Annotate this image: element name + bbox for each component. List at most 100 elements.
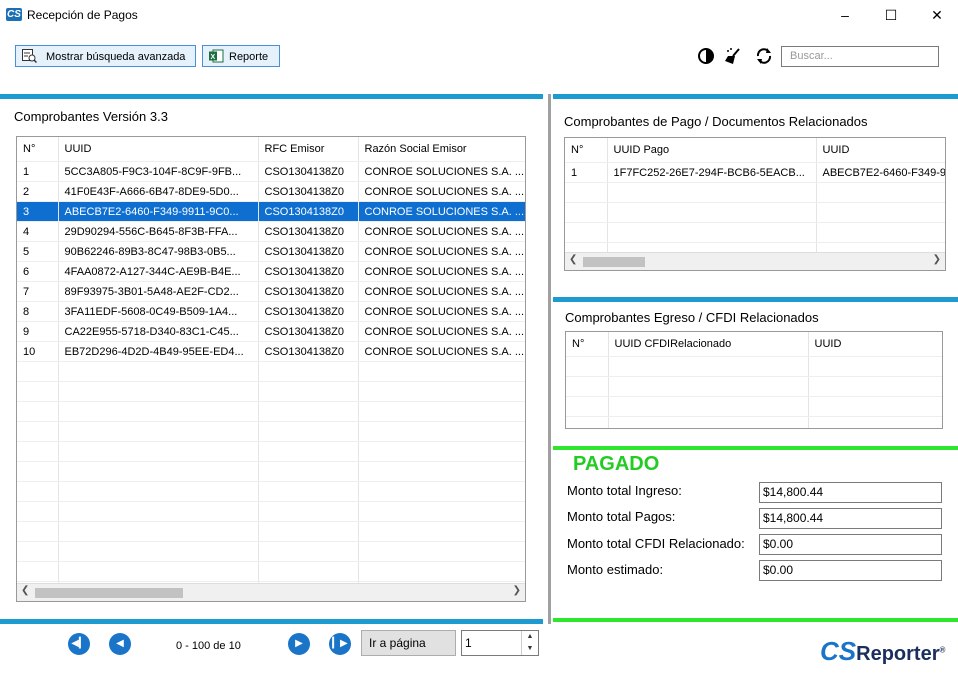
scroll-left-icon[interactable]: ❮ [569, 254, 577, 265]
table-cell: CONROE SOLUCIONES S.A. ... [358, 161, 525, 182]
table-row[interactable] [17, 561, 525, 582]
table-row[interactable] [566, 416, 942, 428]
next-page-icon: ▶ [295, 638, 303, 649]
scroll-left-icon[interactable]: ❮ [21, 585, 29, 596]
table-cell [17, 561, 59, 582]
column-header[interactable]: UUID [816, 138, 945, 163]
estimado-total-field[interactable]: $0.00 [759, 560, 942, 581]
advanced-search-icon [22, 49, 37, 63]
table-cell [58, 541, 259, 562]
maximize-button[interactable]: ☐ [868, 0, 914, 30]
table-cell [358, 381, 525, 402]
column-header[interactable]: N° [566, 332, 609, 357]
table-row[interactable]: 2 41F0E43F-A666-6B47-8DE9-5D0... CSO130413… [17, 181, 525, 202]
brand-name: Reporter [856, 643, 940, 665]
egress-grid[interactable]: N° UUID CFDIRelacionado UUID [565, 331, 943, 429]
table-row[interactable]: 8 3FA11EDF-5608-0C49-B509-1A4... CSO130413… [17, 301, 525, 322]
table-cell [358, 521, 525, 542]
table-row[interactable] [17, 501, 525, 522]
table-row[interactable] [17, 441, 525, 462]
close-button[interactable]: ✕ [914, 0, 958, 30]
report-button[interactable]: X Reporte [202, 45, 280, 67]
advanced-search-button[interactable]: Mostrar búsqueda avanzada [15, 45, 196, 67]
payments-grid-hscrollbar[interactable]: ❮ ❯ [565, 252, 945, 270]
main-grid-scroll-thumb[interactable] [35, 588, 183, 598]
table-row[interactable] [566, 396, 942, 417]
table-row[interactable] [566, 376, 942, 397]
pagos-total-field[interactable]: $14,800.44 [759, 508, 942, 529]
main-grid-hscrollbar[interactable]: ❮ ❯ [17, 583, 525, 601]
table-cell [58, 401, 259, 422]
minimize-button[interactable]: – [822, 0, 868, 30]
column-header[interactable]: UUID [58, 137, 259, 162]
table-row[interactable]: 7 89F93975-3B01-5A48-AE2F-CD2... CSO130413… [17, 281, 525, 302]
table-cell [808, 376, 942, 397]
column-header[interactable]: N° [565, 138, 608, 163]
table-row[interactable] [565, 182, 945, 203]
table-cell: CONROE SOLUCIONES S.A. ... [358, 221, 525, 242]
previous-page-button[interactable]: ◀ [109, 633, 131, 655]
table-cell [258, 501, 359, 522]
table-cell: CSO1304138Z0 [258, 161, 359, 182]
table-row[interactable] [17, 401, 525, 422]
column-header[interactable]: N° [17, 137, 59, 162]
table-row[interactable]: 4 29D90294-556C-B645-8F3B-FFA... CSO130413… [17, 221, 525, 242]
table-row[interactable] [17, 461, 525, 482]
table-cell: CSO1304138Z0 [258, 221, 359, 242]
table-row[interactable]: 9 CA22E955-5718-D340-83C1-C45... CSO130413… [17, 321, 525, 342]
table-row[interactable] [17, 381, 525, 402]
first-page-button[interactable]: ◀▎ [68, 633, 90, 655]
table-row[interactable]: 1 1F7FC252-26E7-294F-BCB6-5EACB... ABECB7E… [565, 162, 945, 183]
panel-splitter[interactable] [548, 94, 551, 624]
table-cell: CONROE SOLUCIONES S.A. ... [358, 321, 525, 342]
table-row[interactable] [17, 521, 525, 542]
broom-clean-icon[interactable] [724, 47, 742, 65]
search-input[interactable]: Buscar... [781, 46, 939, 67]
payments-grid-scroll-thumb[interactable] [583, 257, 645, 267]
table-row[interactable] [566, 356, 942, 377]
table-row[interactable]: 1 5CC3A805-F9C3-104F-8C9F-9FB... CSO130413… [17, 161, 525, 182]
column-header[interactable]: UUID [808, 332, 942, 357]
estimado-total-label: Monto estimado: [567, 562, 664, 577]
table-row[interactable]: 3 ABECB7E2-6460-F349-9911-9C0... CSO130413… [17, 201, 525, 222]
table-row[interactable] [565, 202, 945, 223]
refresh-icon[interactable] [755, 47, 773, 65]
next-page-button[interactable]: ▶ [288, 633, 310, 655]
table-row[interactable] [17, 481, 525, 502]
page-number-stepper[interactable]: 1 ▲ ▼ [461, 630, 539, 656]
table-row[interactable] [17, 541, 525, 562]
table-cell [17, 421, 59, 442]
table-cell [258, 361, 359, 382]
table-cell [358, 421, 525, 442]
column-header[interactable]: UUID CFDIRelacionado [608, 332, 809, 357]
table-row[interactable] [565, 222, 945, 243]
scroll-right-icon[interactable]: ❯ [933, 254, 941, 265]
ingreso-total-field[interactable]: $14,800.44 [759, 482, 942, 503]
table-cell [566, 396, 609, 417]
table-cell: 7 [17, 281, 59, 302]
contrast-icon[interactable] [697, 47, 715, 65]
goto-page-button[interactable]: Ir a página [361, 630, 456, 656]
table-cell [358, 441, 525, 462]
table-cell: CONROE SOLUCIONES S.A. ... [358, 181, 525, 202]
table-cell: EB72D296-4D2D-4B49-95EE-ED4... [58, 341, 259, 362]
table-row[interactable]: 10 EB72D296-4D2D-4B49-95EE-ED4... CSO13041… [17, 341, 525, 362]
comprobantes-grid[interactable]: N° UUID RFC Emisor Razón Social Emisor 1 5CC… [16, 136, 526, 602]
table-row[interactable]: 5 90B62246-89B3-8C47-98B3-0B5... CSO130413… [17, 241, 525, 262]
spin-down-icon[interactable]: ▼ [522, 643, 538, 655]
scroll-right-icon[interactable]: ❯ [513, 585, 521, 596]
table-row[interactable] [17, 361, 525, 382]
cfdi-total-field[interactable]: $0.00 [759, 534, 942, 555]
page-spinner[interactable]: ▲ ▼ [521, 631, 538, 655]
column-header[interactable]: Razón Social Emisor [358, 137, 525, 162]
table-row[interactable]: 6 4FAA0872-A127-344C-AE9B-B4E... CSO130413… [17, 261, 525, 282]
column-header[interactable]: UUID Pago [607, 138, 817, 163]
table-row[interactable] [17, 421, 525, 442]
table-cell [358, 561, 525, 582]
table-cell: ABECB7E2-6460-F349-9911-9C0... [58, 201, 259, 222]
app-logo-icon: CS [6, 8, 22, 21]
last-page-button[interactable]: ▎▶ [329, 633, 351, 655]
spin-up-icon[interactable]: ▲ [522, 631, 538, 643]
column-header[interactable]: RFC Emisor [258, 137, 359, 162]
payments-grid[interactable]: N° UUID Pago UUID 1 1F7FC252-26E7-294F-BCB6… [564, 137, 946, 271]
